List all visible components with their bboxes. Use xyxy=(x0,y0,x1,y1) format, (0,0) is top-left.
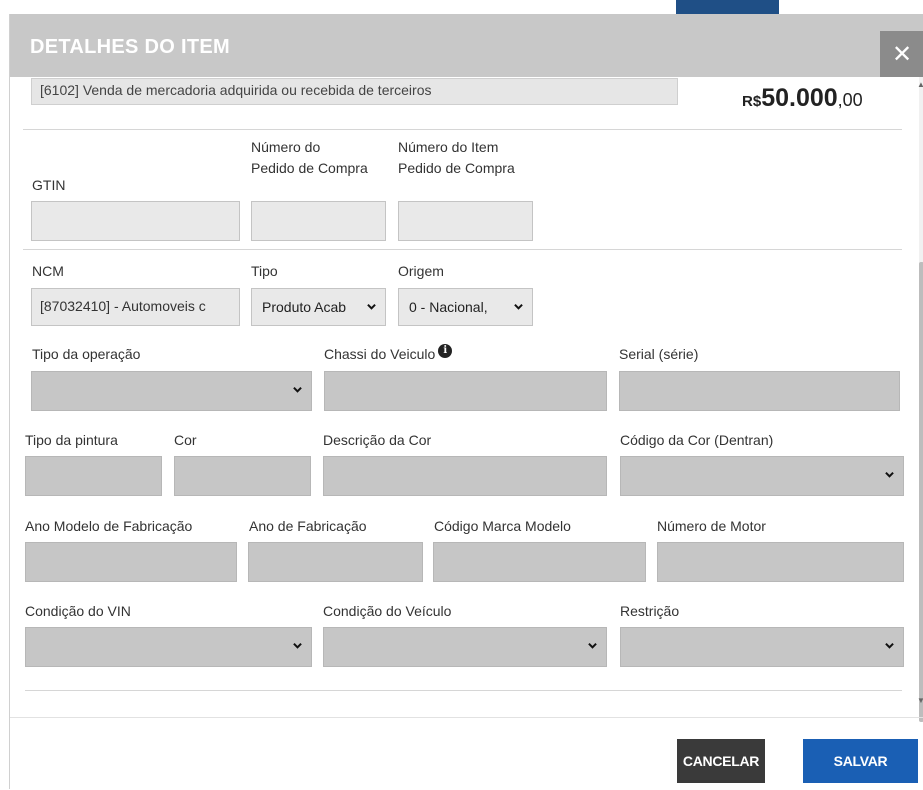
codigo-cor-label: Código da Cor (Dentran) xyxy=(620,432,774,448)
divider xyxy=(25,690,902,691)
price-decimals: ,00 xyxy=(837,90,863,110)
chassi-label-text: Chassi do Veiculo xyxy=(324,346,436,362)
numero-motor-label: Número de Motor xyxy=(657,518,766,534)
item-details-modal: DETALHES DO ITEM ✕ ▲ ▼ [6102] Venda de m… xyxy=(9,14,923,789)
tipo-pintura-input[interactable] xyxy=(25,456,162,496)
chevron-down-icon xyxy=(885,471,894,478)
ano-modelo-label: Ano Modelo de Fabricação xyxy=(25,518,193,534)
serial-label: Serial (série) xyxy=(619,346,699,362)
info-circle-icon[interactable]: i xyxy=(438,344,453,358)
chevron-down-icon xyxy=(293,386,302,393)
tipo-label: Tipo xyxy=(251,263,278,279)
divider xyxy=(23,249,902,250)
codigo-cor-select[interactable] xyxy=(620,456,904,496)
pedido-compra-label-1: Número do xyxy=(251,139,321,155)
modal-title: DETALHES DO ITEM xyxy=(30,36,230,58)
chevron-down-icon xyxy=(367,303,376,310)
ano-fabricacao-input[interactable] xyxy=(248,542,423,582)
tipo-operacao-select[interactable] xyxy=(31,371,312,411)
cfop-field[interactable]: [6102] Venda de mercadoria adquirida ou … xyxy=(31,78,678,105)
serial-input[interactable] xyxy=(619,371,900,411)
cancel-button[interactable]: CANCELAR xyxy=(677,739,765,783)
gtin-input[interactable] xyxy=(31,201,240,241)
condicao-veiculo-label: Condição do Veículo xyxy=(323,603,452,619)
close-button[interactable]: ✕ xyxy=(880,31,923,77)
chassi-input[interactable] xyxy=(324,371,607,411)
tipo-select[interactable]: Produto Acab xyxy=(251,288,386,326)
chassi-label: Chassi do Veiculo i xyxy=(324,344,453,364)
item-pedido-label-2: Pedido de Compra xyxy=(398,160,515,176)
save-button[interactable]: SALVAR xyxy=(803,739,918,783)
pedido-compra-label-2: Pedido de Compra xyxy=(251,160,368,176)
ano-fabricacao-label: Ano de Fabricação xyxy=(249,518,367,534)
origem-select[interactable]: 0 - Nacional, xyxy=(398,288,533,326)
chevron-down-icon xyxy=(514,303,523,310)
condicao-vin-label: Condição do VIN xyxy=(25,603,131,619)
origem-label: Origem xyxy=(398,263,444,279)
descricao-cor-label: Descrição da Cor xyxy=(323,432,432,448)
ncm-input[interactable]: [87032410] - Automoveis c xyxy=(31,288,240,326)
price-currency: R$ xyxy=(742,93,762,110)
modal-header: DETALHES DO ITEM xyxy=(10,14,923,77)
chevron-down-icon xyxy=(293,642,302,649)
item-pedido-input[interactable] xyxy=(398,201,533,241)
cor-input[interactable] xyxy=(174,456,311,496)
restricao-select[interactable] xyxy=(620,627,904,667)
modal-footer: CANCELAR SALVAR xyxy=(10,717,923,790)
item-pedido-label-1: Número do Item xyxy=(398,139,499,155)
gtin-label: GTIN xyxy=(32,177,66,193)
item-price: R$50.000,00 xyxy=(742,84,863,113)
chevron-down-icon xyxy=(588,642,597,649)
tipo-select-value: Produto Acab xyxy=(262,299,347,315)
background-top-strip xyxy=(0,0,923,14)
ncm-label: NCM xyxy=(32,263,64,279)
background-tab xyxy=(676,0,779,14)
codigo-marca-label: Código Marca Modelo xyxy=(434,518,571,534)
origem-select-value: 0 - Nacional, xyxy=(409,299,488,315)
divider xyxy=(23,129,902,130)
ano-modelo-input[interactable] xyxy=(25,542,237,582)
numero-motor-input[interactable] xyxy=(657,542,904,582)
tipo-pintura-label: Tipo da pintura xyxy=(25,432,118,448)
restricao-label: Restrição xyxy=(620,603,680,619)
tipo-operacao-label: Tipo da operação xyxy=(32,346,141,362)
pedido-compra-input[interactable] xyxy=(251,201,386,241)
condicao-vin-select[interactable] xyxy=(25,627,312,667)
codigo-marca-input[interactable] xyxy=(433,542,646,582)
descricao-cor-input[interactable] xyxy=(323,456,607,496)
close-icon: ✕ xyxy=(891,40,913,68)
condicao-veiculo-select[interactable] xyxy=(323,627,607,667)
modal-body: [6102] Venda de mercadoria adquirida ou … xyxy=(10,77,923,717)
cor-label: Cor xyxy=(174,432,197,448)
chevron-down-icon xyxy=(885,642,894,649)
price-integer: 50.000 xyxy=(761,84,838,112)
